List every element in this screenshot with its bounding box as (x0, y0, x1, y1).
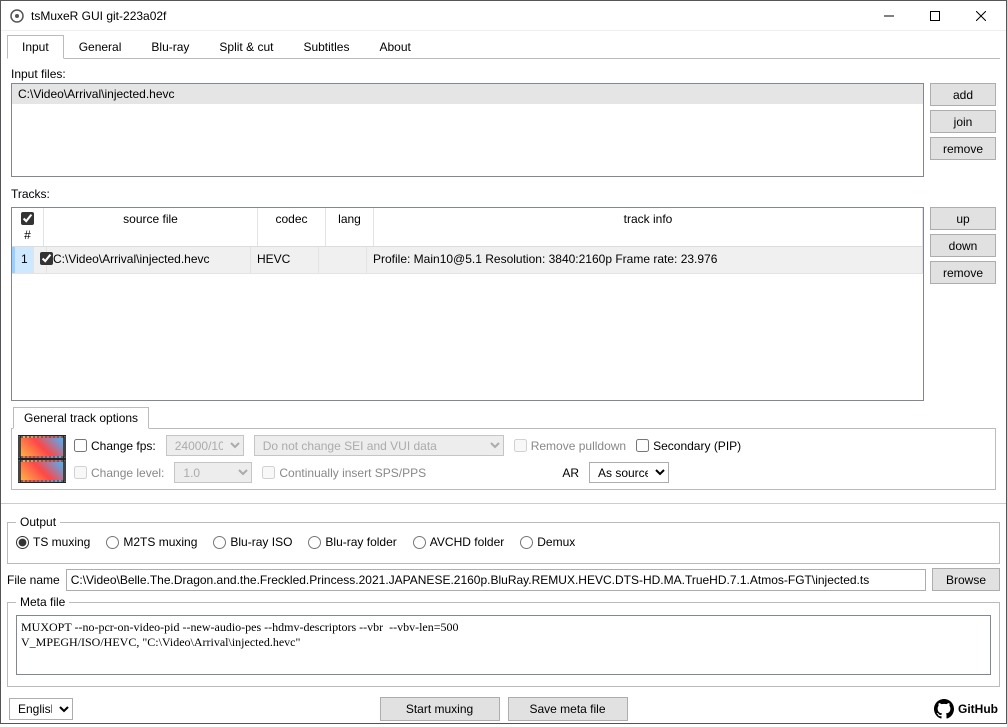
change-level-checkbox[interactable]: Change level: (74, 466, 164, 480)
fps-select[interactable]: 24000/1001 (166, 435, 244, 456)
remove-input-button[interactable]: remove (930, 137, 996, 160)
sei-select[interactable]: Do not change SEI and VUI data (254, 435, 504, 456)
input-files-label: Input files: (11, 63, 996, 83)
radio-bluray-iso[interactable]: Blu-ray ISO (213, 535, 292, 549)
header-lang[interactable]: lang (326, 208, 374, 246)
track-info: Profile: Main10@5.1 Resolution: 3840:216… (367, 247, 923, 273)
move-up-button[interactable]: up (930, 207, 996, 230)
minimize-button[interactable] (866, 1, 912, 31)
radio-demux[interactable]: Demux (520, 535, 575, 549)
close-button[interactable] (958, 1, 1004, 31)
input-file-row[interactable]: C:\Video\Arrival\injected.hevc (12, 84, 923, 104)
header-info[interactable]: track info (374, 208, 923, 246)
move-down-button[interactable]: down (930, 234, 996, 257)
radio-ts-muxing[interactable]: TS muxing (16, 535, 90, 549)
track-num: 1 (12, 247, 34, 273)
tab-input[interactable]: Input (7, 35, 64, 59)
output-legend: Output (16, 515, 60, 529)
save-meta-button[interactable]: Save meta file (508, 697, 628, 721)
gto-panel: Change fps: 24000/1001 Do not change SEI… (11, 428, 996, 490)
ar-label: AR (562, 466, 579, 480)
meta-legend: Meta file (16, 595, 69, 609)
change-fps-checkbox[interactable]: Change fps: (74, 439, 156, 453)
radio-bluray-folder[interactable]: Blu-ray folder (308, 535, 396, 549)
tracks-table: # source file codec lang track info 1 C:… (11, 207, 924, 401)
radio-m2ts-muxing[interactable]: M2TS muxing (106, 535, 197, 549)
titlebar: tsMuxeR GUI git-223a02f (1, 1, 1006, 31)
track-codec: HEVC (251, 247, 319, 273)
join-button[interactable]: join (930, 110, 996, 133)
header-num: # (24, 228, 31, 242)
language-select[interactable]: English (9, 698, 73, 720)
tracks-header: # source file codec lang track info (12, 208, 923, 247)
secondary-pip-checkbox[interactable]: Secondary (PIP) (636, 439, 741, 453)
meta-fieldset: Meta file MUXOPT --no-pcr-on-video-pid -… (7, 595, 1000, 687)
radio-avchd-folder[interactable]: AVCHD folder (413, 535, 504, 549)
tab-subtitles[interactable]: Subtitles (288, 35, 364, 59)
start-muxing-button[interactable]: Start muxing (380, 697, 500, 721)
tab-about[interactable]: About (364, 35, 425, 59)
add-button[interactable]: add (930, 83, 996, 106)
header-source[interactable]: source file (44, 208, 258, 246)
header-codec[interactable]: codec (258, 208, 326, 246)
continually-insert-checkbox[interactable]: Continually insert SPS/PPS (262, 466, 426, 480)
filename-input[interactable] (66, 569, 926, 591)
remove-track-button[interactable]: remove (930, 261, 996, 284)
github-icon (934, 699, 954, 719)
track-source: C:\Video\Arrival\injected.hevc (47, 247, 251, 273)
filename-label: File name (7, 573, 60, 587)
main-tabbar: Input General Blu-ray Split & cut Subtit… (1, 31, 1006, 59)
input-files-list[interactable]: C:\Video\Arrival\injected.hevc (11, 83, 924, 177)
level-select[interactable]: 1.0 (174, 462, 252, 483)
tracks-label: Tracks: (11, 183, 996, 203)
window-title: tsMuxeR GUI git-223a02f (31, 9, 866, 23)
tab-splitcut[interactable]: Split & cut (204, 35, 288, 59)
film-strip-icon (18, 435, 66, 483)
track-row[interactable]: 1 C:\Video\Arrival\injected.hevc HEVC Pr… (12, 247, 923, 274)
meta-textarea[interactable]: MUXOPT --no-pcr-on-video-pid --new-audio… (16, 615, 991, 675)
github-link[interactable]: GitHub (934, 699, 998, 719)
maximize-button[interactable] (912, 1, 958, 31)
tab-general[interactable]: General (64, 35, 137, 59)
github-label: GitHub (958, 702, 998, 716)
track-lang (319, 247, 367, 273)
header-checkbox[interactable]: # (12, 208, 44, 246)
ar-select[interactable]: As source (589, 462, 669, 483)
tab-bluray[interactable]: Blu-ray (136, 35, 204, 59)
browse-button[interactable]: Browse (932, 568, 1000, 591)
app-icon (9, 8, 25, 24)
tab-general-track-options[interactable]: General track options (13, 407, 149, 429)
bottom-bar: English Start muxing Save meta file GitH… (1, 691, 1006, 727)
output-fieldset: Output TS muxing M2TS muxing Blu-ray ISO… (7, 515, 1000, 564)
remove-pulldown-checkbox[interactable]: Remove pulldown (514, 439, 626, 453)
